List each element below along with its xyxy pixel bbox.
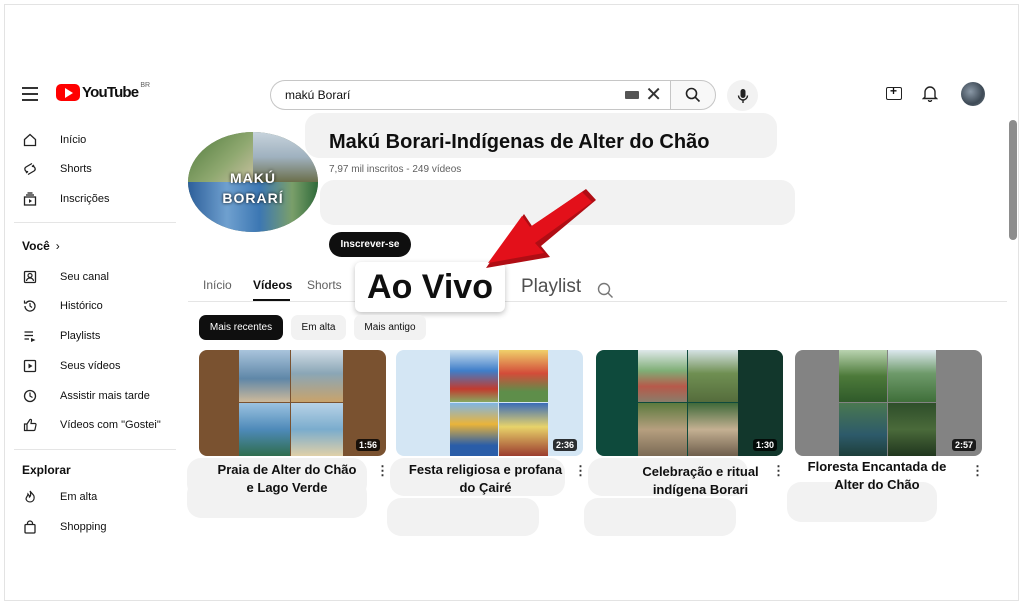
tab-videos[interactable]: Vídeos xyxy=(253,278,292,292)
avatar-text-borari: BORARÍ xyxy=(222,190,284,206)
sidebar-item-label: Início xyxy=(60,134,87,146)
subscribe-button[interactable]: Inscrever-se xyxy=(329,232,411,257)
avatar-text-maku: MAKÚ xyxy=(230,170,276,186)
home-icon xyxy=(22,132,38,148)
video-duration: 2:57 xyxy=(951,439,976,451)
search-icon xyxy=(685,87,701,103)
video-thumbnail[interactable]: 2:57 xyxy=(795,350,982,456)
channel-avatar[interactable]: MAKÚ BORARÍ xyxy=(188,132,318,232)
tab-shorts[interactable]: Shorts xyxy=(307,278,342,292)
video-title-line: e Lago Verde xyxy=(246,480,328,495)
search-input[interactable]: makú Borarí ✕ xyxy=(270,80,670,110)
voice-search-button[interactable] xyxy=(727,80,758,111)
search-query[interactable]: makú Borarí xyxy=(285,88,625,102)
sidebar-item-shorts[interactable]: Shorts xyxy=(22,159,92,179)
sidebar-item-label: Inscrições xyxy=(60,193,110,205)
shorts-icon xyxy=(22,161,38,177)
tab-playlist[interactable]: Playlist xyxy=(521,276,581,298)
sidebar-item-label: Seu canal xyxy=(60,271,109,283)
sidebar-item-seu-canal[interactable]: Seu canal xyxy=(22,267,109,287)
sidebar-item-label: Playlists xyxy=(60,330,101,342)
video-thumbnail[interactable]: 1:30 xyxy=(596,350,783,456)
microphone-icon xyxy=(737,88,748,103)
notifications-bell-icon[interactable] xyxy=(921,84,939,107)
chip-mais-antigo[interactable]: Mais antigo xyxy=(354,315,426,340)
red-arrow-annotation xyxy=(486,189,596,268)
tab-inicio[interactable]: Início xyxy=(203,278,232,292)
video-title[interactable]: Floresta Encantada de Alter do Chão xyxy=(797,458,957,494)
shopping-bag-icon xyxy=(22,519,38,535)
video-title-line: Floresta Encantada de xyxy=(807,459,947,474)
logo-region: BR xyxy=(140,82,151,89)
history-icon xyxy=(22,298,38,314)
sidebar-item-label: Histórico xyxy=(60,300,103,312)
sidebar-item-em-alta[interactable]: Em alta xyxy=(22,487,97,507)
sidebar-divider xyxy=(14,222,176,223)
subscriptions-icon xyxy=(22,191,38,207)
video-title[interactable]: Festa religiosa e profana do Çairé xyxy=(398,461,573,497)
sidebar-item-label: Shopping xyxy=(60,521,107,533)
sidebar-item-label: Assistir mais tarde xyxy=(60,390,150,402)
more-options-icon[interactable]: ⋮ xyxy=(772,463,785,479)
video-thumbnail[interactable]: 2:36 xyxy=(396,350,583,456)
playlists-icon xyxy=(22,328,38,344)
video-thumbnail[interactable]: 1:56 xyxy=(199,350,386,456)
video-duration: 1:30 xyxy=(752,439,777,451)
sidebar-item-label: Seus vídeos xyxy=(60,360,121,372)
sidebar-item-inicio[interactable]: Início xyxy=(22,130,86,150)
sidebar-divider xyxy=(14,449,176,450)
sidebar-item-videos-gostei[interactable]: Vídeos com "Gostei" xyxy=(22,415,161,435)
channel-title: Makú Borari-Indígenas de Alter do Chão xyxy=(329,131,710,153)
video-title-line: Alter do Chão xyxy=(834,477,920,492)
sidebar-item-inscricoes[interactable]: Inscrições xyxy=(22,189,110,209)
sidebar-section-you[interactable]: Você › xyxy=(22,239,60,253)
keyboard-icon[interactable] xyxy=(625,91,640,99)
video-duration: 2:36 xyxy=(552,439,577,451)
chevron-right-icon: › xyxy=(55,239,60,253)
sidebar-item-assistir-mais-tarde[interactable]: Assistir mais tarde xyxy=(22,386,150,406)
play-logo-icon xyxy=(56,84,80,101)
liked-icon xyxy=(22,417,38,433)
create-video-icon[interactable] xyxy=(886,84,902,100)
video-duration: 1:56 xyxy=(355,439,380,451)
video-title-line: indígena Borari xyxy=(652,482,749,497)
scrollbar-thumb[interactable] xyxy=(1009,120,1017,240)
watch-later-icon xyxy=(22,388,38,404)
video-title-line: do Çairé xyxy=(459,480,512,495)
loading-placeholder xyxy=(387,498,539,536)
sidebar-item-shopping[interactable]: Shopping xyxy=(22,517,107,537)
logo-text: YouTube xyxy=(82,84,139,101)
your-channel-icon xyxy=(22,269,38,285)
channel-search-icon[interactable] xyxy=(597,282,614,304)
section-heading: Você xyxy=(22,239,50,253)
close-icon[interactable]: ✕ xyxy=(645,85,662,105)
sidebar-item-label: Vídeos com "Gostei" xyxy=(60,419,161,431)
trending-icon xyxy=(22,489,38,505)
user-avatar[interactable] xyxy=(961,82,985,106)
sidebar-item-label: Shorts xyxy=(60,163,92,175)
menu-icon[interactable] xyxy=(22,87,38,101)
video-title-line: Praia de Alter do Chão xyxy=(217,462,357,477)
sidebar-item-label: Em alta xyxy=(60,491,98,503)
channel-meta: 7,97 mil inscritos - 249 vídeos xyxy=(329,164,462,175)
your-videos-icon xyxy=(22,358,38,374)
sidebar-section-explore: Explorar xyxy=(22,463,71,477)
sidebar-item-historico[interactable]: Histórico xyxy=(22,296,103,316)
chip-mais-recentes[interactable]: Mais recentes xyxy=(199,315,283,340)
youtube-logo[interactable]: YouTube BR xyxy=(56,82,151,101)
more-options-icon[interactable]: ⋮ xyxy=(376,463,389,479)
search-button[interactable] xyxy=(670,80,716,110)
more-options-icon[interactable]: ⋮ xyxy=(574,463,587,479)
loading-placeholder xyxy=(584,498,736,536)
sidebar-item-seus-videos[interactable]: Seus vídeos xyxy=(22,356,121,376)
more-options-icon[interactable]: ⋮ xyxy=(971,463,984,479)
sidebar-item-playlists[interactable]: Playlists xyxy=(22,326,100,346)
chip-em-alta[interactable]: Em alta xyxy=(291,315,346,340)
video-title-line: Festa religiosa e profana xyxy=(408,462,563,477)
video-title[interactable]: Praia de Alter do Chão e Lago Verde xyxy=(206,461,368,497)
